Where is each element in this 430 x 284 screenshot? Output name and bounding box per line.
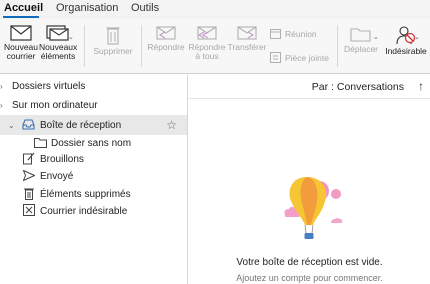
empty-inbox-title: Votre boîte de réception est vide. (236, 257, 383, 268)
calendar-icon (270, 29, 281, 39)
on-my-computer-group[interactable]: › Sur mon ordinateur (0, 95, 187, 115)
junk-dropdown-icon[interactable]: ⌄ (414, 33, 420, 41)
move-dropdown-icon[interactable]: ⌄ (373, 33, 379, 41)
hot-air-balloon-illustration (284, 177, 343, 239)
new-items-button[interactable]: Nouveaux éléments (39, 25, 77, 61)
trash-icon (106, 27, 120, 45)
chevron-right-icon[interactable]: › (0, 101, 3, 110)
envelope-icon (10, 25, 32, 41)
reply-all-label-2: à tous (195, 51, 219, 61)
chevron-right-icon[interactable]: › (0, 82, 3, 91)
ribbon-separator (337, 25, 338, 67)
tab-outils[interactable]: Outils (131, 2, 159, 14)
sidebar-item-label: Courrier indésirable (40, 205, 128, 217)
attachment-button[interactable]: Pièce jointe (270, 52, 329, 63)
meeting-button[interactable]: Réunion (270, 28, 317, 39)
sent-icon (23, 170, 35, 181)
sort-bar: Par : Conversations ↑ (189, 75, 430, 99)
sidebar-item-label: Envoyé (40, 170, 74, 182)
chevron-down-icon[interactable]: ⌄ (8, 121, 15, 130)
ribbon-toolbar: Nouveau courrier Nouveaux éléments ⌄ Sup… (0, 19, 430, 74)
new-mail-button[interactable]: Nouveau courrier (3, 25, 39, 61)
on-my-computer-label: Sur mon ordinateur (12, 99, 98, 111)
sidebar-item-junk[interactable]: Courrier indésirable (0, 201, 187, 221)
sidebar-item-label: Boîte de réception (40, 119, 122, 131)
empty-inbox-subtitle: Ajoutez un compte pour commencer. (236, 273, 383, 283)
delete-label: Supprimer (93, 46, 133, 56)
new-items-dropdown-icon[interactable]: ⌄ (68, 33, 74, 41)
delete-button[interactable]: Supprimer (90, 25, 136, 56)
trash-icon (24, 188, 34, 200)
sidebar-item-sent[interactable]: Envoyé (0, 166, 187, 186)
move-folder-icon (350, 28, 371, 42)
sidebar-item-label: Brouillons (40, 153, 84, 165)
tab-accueil[interactable]: Accueil (4, 2, 43, 14)
sidebar-item-inbox[interactable]: ⌄ Boîte de réception ☆ (0, 115, 187, 135)
folder-sidebar: › Dossiers virtuels › Sur mon ordinateur… (0, 75, 188, 284)
message-list-pane: Par : Conversations ↑ Votre boîte de réc… (189, 75, 430, 284)
folder-icon (34, 138, 47, 148)
new-items-label-2: éléments (40, 51, 76, 61)
ribbon-separator (84, 25, 85, 67)
sort-by-dropdown[interactable]: Par : Conversations (312, 81, 404, 93)
reply-button[interactable]: Répondre (146, 25, 186, 52)
forward-button[interactable]: Transférer (227, 25, 267, 52)
ribbon-tabs: Accueil Organisation Outils (0, 0, 430, 19)
ribbon-separator (141, 25, 142, 67)
sidebar-item-label: Dossier sans nom (51, 137, 132, 149)
new-mail-label-2: courrier (6, 51, 36, 61)
reply-icon (156, 26, 176, 40)
junk-folder-icon (23, 204, 35, 216)
tab-organisation[interactable]: Organisation (56, 2, 118, 14)
reply-label: Répondre (147, 42, 185, 52)
star-icon[interactable]: ☆ (166, 118, 177, 132)
junk-button[interactable]: Indésirable (384, 25, 428, 56)
virtual-folders-label: Dossiers virtuels (12, 80, 86, 92)
forward-label: Transférer (227, 42, 267, 52)
meeting-label: Réunion (285, 28, 317, 39)
drafts-icon (23, 152, 35, 165)
sort-direction-icon[interactable]: ↑ (418, 79, 424, 93)
reply-all-button[interactable]: Répondre à tous (187, 25, 227, 61)
sidebar-item-label: Éléments supprimés (40, 188, 131, 200)
inbox-icon (22, 119, 35, 130)
junk-label: Indésirable (385, 46, 427, 56)
forward-icon (237, 26, 257, 40)
reply-all-icon (197, 26, 217, 40)
attachment-icon (270, 52, 281, 63)
virtual-folders-group[interactable]: › Dossiers virtuels (0, 76, 187, 96)
attachment-label: Pièce jointe (285, 52, 329, 63)
move-label: Déplacer (343, 44, 379, 54)
new-items-icon (46, 25, 69, 41)
active-tab-indicator (3, 16, 39, 18)
